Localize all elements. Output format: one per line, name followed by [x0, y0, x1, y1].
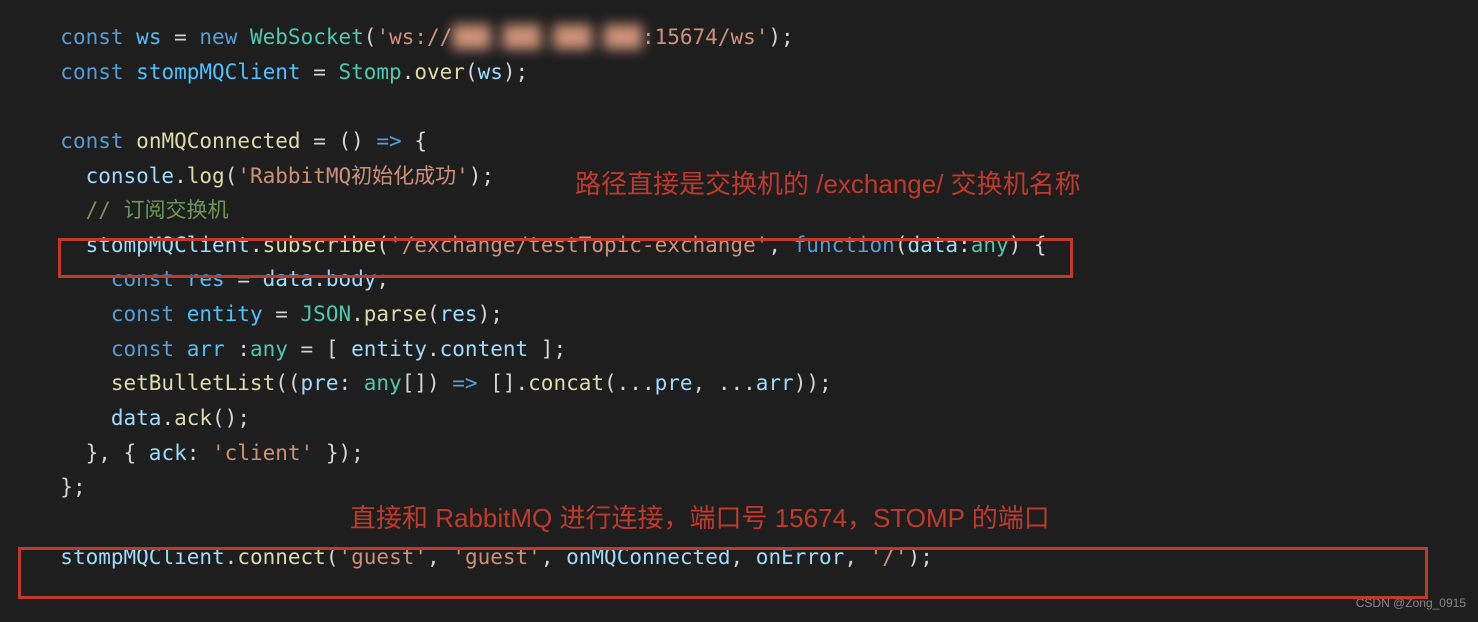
class-stomp: Stomp [338, 60, 401, 84]
code-line: const entity = JSON.parse(res); [35, 297, 1478, 332]
code-line: const stompMQClient = Stomp.over(ws); [35, 55, 1478, 90]
fn-connect: connect [237, 545, 326, 569]
blurred-ip: ███.███.███.███ [452, 20, 642, 55]
code-line: const ws = new WebSocket('ws://███.███.█… [35, 20, 1478, 55]
code-line: const arr :any = [ entity.content ]; [35, 332, 1478, 367]
var-stompclient: stompMQClient [136, 60, 300, 84]
var-ws: ws [136, 25, 161, 49]
keyword-function: function [794, 233, 895, 257]
comment: // 订阅交换机 [86, 198, 229, 222]
fn-onconnected: onMQConnected [136, 129, 300, 153]
code-line: setBulletList((pre: any[]) => [].concat(… [35, 366, 1478, 401]
fn-subscribe: subscribe [263, 233, 377, 257]
watermark: CSDN @Zong_0915 [1356, 594, 1466, 614]
annotation-exchange-path: 路径直接是交换机的 /exchange/ 交换机名称 [575, 163, 1081, 206]
fn-over: over [414, 60, 465, 84]
class-websocket: WebSocket [250, 25, 364, 49]
code-line-blank [35, 89, 1478, 124]
annotation-connect-port: 直接和 RabbitMQ 进行连接，端口号 15674，STOMP 的端口 [350, 497, 1050, 540]
keyword-new: new [199, 25, 237, 49]
code-line: const res = data.body; [35, 262, 1478, 297]
code-line: }, { ack: 'client' }); [35, 436, 1478, 471]
obj-console: console [86, 164, 175, 188]
code-block: const ws = new WebSocket('ws://███.███.█… [35, 20, 1478, 574]
code-line: const onMQConnected = () => { [35, 124, 1478, 159]
fn-log: log [187, 164, 225, 188]
code-line: stompMQClient.subscribe('/exchange/testT… [35, 228, 1478, 263]
keyword-const: const [60, 25, 123, 49]
code-line: stompMQClient.connect('guest', 'guest', … [35, 540, 1478, 575]
code-line: data.ack(); [35, 401, 1478, 436]
